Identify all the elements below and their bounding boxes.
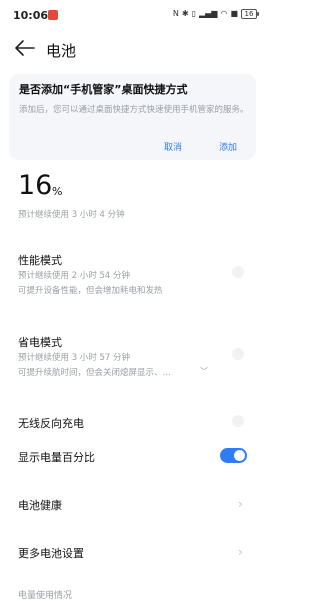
show-percentage-title[interactable]: 显示电量百分比 xyxy=(18,449,95,465)
status-icons: N ✱ ▯ ▂▄▆ ◠ ■ 16 xyxy=(172,9,259,19)
performance-mode-description: 可提升设备性能，但会增加耗电和发热 xyxy=(18,286,163,296)
shortcut-cancel-button[interactable]: 取消 xyxy=(164,140,182,153)
shortcut-card-description: 添加后，您可以通过桌面快捷方式快速使用手机管家的服务。 xyxy=(19,105,249,115)
back-arrow-icon[interactable] xyxy=(14,39,36,57)
battery-health-title[interactable]: 电池健康 xyxy=(18,497,62,513)
battery-health-chevron-right-icon[interactable]: › xyxy=(238,497,243,511)
wifi-icon: ◠ xyxy=(220,9,228,18)
performance-mode-estimate: 预计继续使用 2 小时 54 分钟 xyxy=(18,271,131,281)
show-percentage-switch[interactable] xyxy=(220,448,247,463)
usage-section-title: 电量使用情况 xyxy=(18,591,73,601)
performance-mode-switch[interactable] xyxy=(232,266,244,278)
performance-mode-title[interactable]: 性能模式 xyxy=(18,252,62,268)
bluetooth-icon: ✱ xyxy=(181,9,189,18)
shortcut-add-button[interactable]: 添加 xyxy=(219,140,237,153)
switch-knob xyxy=(234,450,245,461)
signal-icon: ▂▄▆ xyxy=(198,9,218,18)
battery-percent: 16 xyxy=(18,170,53,201)
power-saving-mode-switch[interactable] xyxy=(232,348,244,360)
battery-icon: 16 xyxy=(241,9,259,19)
more-settings-chevron-right-icon[interactable]: › xyxy=(238,545,243,559)
reverse-charging-title[interactable]: 无线反向充电 xyxy=(18,415,84,431)
expand-chevron-down-icon[interactable]: ﹀ xyxy=(200,366,208,377)
vibrate-icon: ▯ xyxy=(191,9,196,18)
status-time: 10:06 xyxy=(13,9,49,22)
nfc-icon: N xyxy=(172,9,179,18)
page-title: 电池 xyxy=(46,42,77,60)
power-saving-mode-estimate: 预计继续使用 3 小时 57 分钟 xyxy=(18,353,131,363)
power-saving-mode-title[interactable]: 省电模式 xyxy=(18,334,62,350)
power-saving-mode-description: 可提升续航时间，但会关闭熄屏显示、… xyxy=(18,368,172,378)
data-icon: ■ xyxy=(230,9,238,18)
battery-level-text: 16 xyxy=(244,10,254,18)
reverse-charging-switch[interactable] xyxy=(232,415,244,427)
more-settings-title[interactable]: 更多电池设置 xyxy=(18,545,84,561)
battery-percent-unit: % xyxy=(52,185,63,198)
notification-badge-icon xyxy=(48,10,58,20)
battery-remaining-time: 预计继续使用 3 小时 4 分钟 xyxy=(18,210,125,220)
shortcut-card-title: 是否添加“手机管家”桌面快捷方式 xyxy=(19,83,188,96)
